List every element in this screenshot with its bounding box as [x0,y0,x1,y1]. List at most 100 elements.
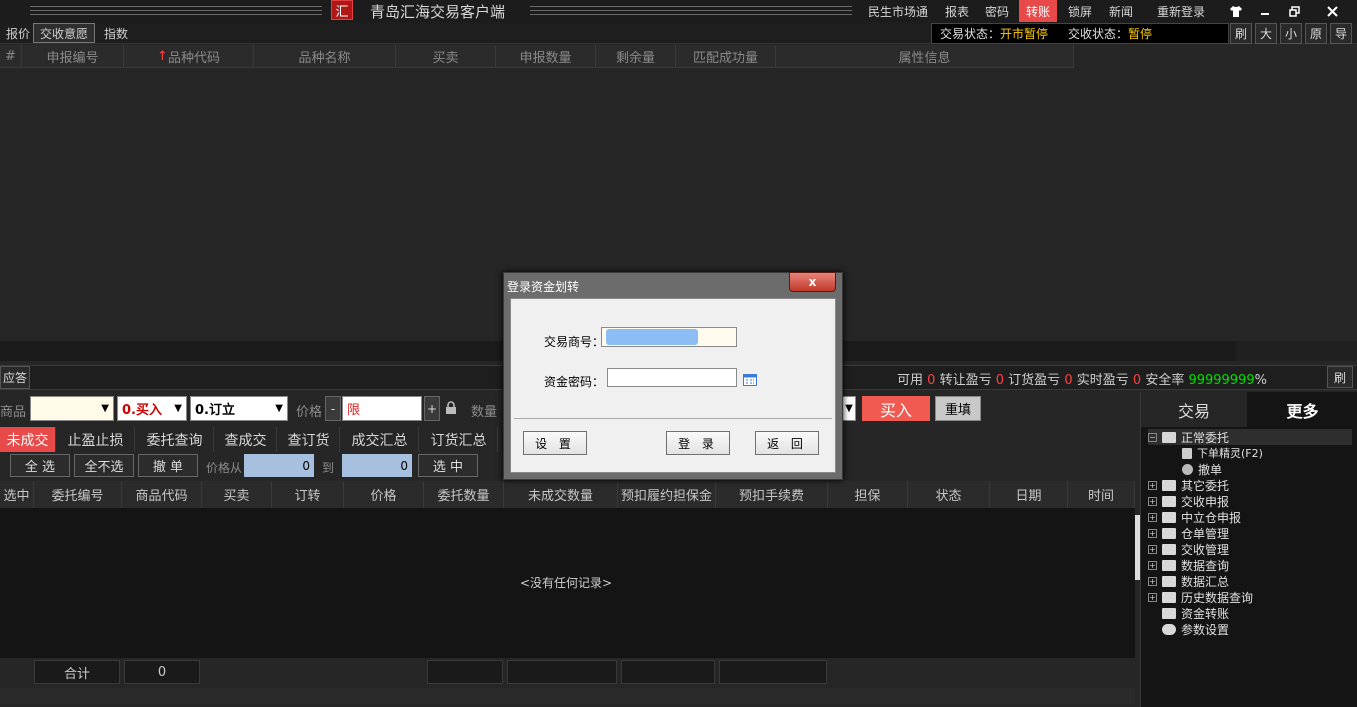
col-variety-name[interactable]: 品种名称 [254,45,396,68]
col-product-code[interactable]: 商品代码 [122,481,202,508]
refresh-button[interactable]: 刷 [1230,23,1252,44]
col-order-qty[interactable]: 委托数量 [424,481,504,508]
chevron-down-icon[interactable]: ▼ [842,396,856,421]
col-remaining[interactable]: 剩余量 [596,45,676,68]
total-label: 合计 [34,660,120,684]
trader-no-masked [606,329,698,345]
skin-icon[interactable] [1222,0,1250,22]
tab-stop-loss[interactable]: 止盈止损 [57,427,135,452]
col-buy-sell[interactable]: 买卖 [202,481,272,508]
folder-icon [1162,495,1176,507]
nav-market[interactable]: 民生市场通 [862,0,934,22]
open-close-select[interactable]: 0.订立 ▼ [190,396,288,421]
select-none-button[interactable]: 全不选 [74,454,134,477]
col-variety-code[interactable]: ↑ 品种代码 [124,45,254,68]
tree-data-summary[interactable]: + 数据汇总 [1148,573,1229,589]
tree-other-orders[interactable]: + 其它委托 [1148,477,1229,493]
nav-news[interactable]: 新闻 [1103,0,1139,22]
tab-more[interactable]: 更多 [1248,392,1357,427]
tab-position-summary[interactable]: 订货汇总 [420,427,498,452]
tree-neutral-declare[interactable]: + 中立仓申报 [1148,509,1241,525]
tree-param-settings[interactable]: 参数设置 [1162,621,1229,637]
tab-trade-summary[interactable]: 成交汇总 [341,427,419,452]
tree-delivery-declare[interactable]: + 交收申报 [1148,493,1229,509]
tab-index[interactable]: 指数 [98,23,134,43]
col-date[interactable]: 日期 [990,481,1068,508]
col-guarantee[interactable]: 担保 [828,481,908,508]
bottom-horizontal-scrollbar[interactable] [0,688,1135,704]
export-button[interactable]: 导 [1330,23,1352,44]
tab-quote[interactable]: 报价 [0,23,36,43]
keyboard-icon[interactable] [743,374,757,386]
col-price[interactable]: 价格 [344,481,424,508]
tab-trade[interactable]: 交易 [1141,392,1247,427]
side-select[interactable]: 0.买入 ▼ [117,396,187,421]
price-to-input[interactable]: 0 [342,454,412,477]
col-fee[interactable]: 预扣手续费 [716,481,828,508]
tree-normal-order[interactable]: − 正常委托 [1148,429,1352,445]
col-attributes[interactable]: 属性信息 [776,45,1074,68]
tab-response[interactable]: 应答 [0,366,30,389]
product-select[interactable]: ▼ [30,396,114,421]
col-index[interactable]: # [0,45,22,68]
delivery-status-label: 交收状态： [1068,27,1129,41]
reset-button[interactable]: 重填 [935,396,981,421]
col-open-transfer[interactable]: 订转 [272,481,344,508]
nav-transfer[interactable]: 转账 [1019,0,1057,22]
dialog-close-button[interactable]: x [789,272,836,292]
col-select[interactable]: 选中 [0,481,34,508]
col-margin[interactable]: 预扣履约担保金 [618,481,716,508]
lock-icon[interactable] [445,401,459,415]
tree-cancel[interactable]: 撤单 [1182,461,1222,477]
col-matched[interactable]: 匹配成功量 [676,45,776,68]
price-from-input[interactable]: 0 [244,454,314,477]
dialog-divider [514,418,832,419]
settings-button[interactable]: 设 置 [523,431,587,455]
tab-order-query[interactable]: 委托查询 [136,427,214,452]
col-side[interactable]: 买卖 [396,45,496,68]
nav-relogin[interactable]: 重新登录 [1150,0,1212,22]
price-minus-button[interactable]: - [325,396,341,421]
col-time[interactable]: 时间 [1068,481,1135,508]
nav-lock[interactable]: 锁屏 [1062,0,1098,22]
minimize-icon[interactable] [1251,0,1279,22]
col-unfilled-qty[interactable]: 未成交数量 [504,481,618,508]
restore-icon[interactable] [1280,0,1308,22]
tree-warehouse-receipt[interactable]: + 仓单管理 [1148,525,1229,541]
login-button[interactable]: 登 录 [666,431,730,455]
top-horizontal-scrollbar-right[interactable] [1236,341,1357,361]
available-value: 0 [927,373,936,388]
col-status[interactable]: 状态 [908,481,990,508]
refresh-account-button[interactable]: 刷 [1327,366,1353,388]
col-declare-qty[interactable]: 申报数量 [496,45,596,68]
nav-password[interactable]: 密码 [980,0,1014,22]
tab-trades[interactable]: 查成交 [215,427,277,452]
nav-report[interactable]: 报表 [940,0,974,22]
col-declare-no[interactable]: 申报编号 [22,45,124,68]
back-button[interactable]: 返 回 [755,431,819,455]
tree-fund-transfer[interactable]: 资金转账 [1162,605,1229,621]
tree-order-wizard[interactable]: 下单精灵(F2) [1182,445,1263,461]
close-icon[interactable] [1318,0,1346,22]
cancel-order-button[interactable]: 撤 单 [138,454,198,477]
tab-delivery-intent[interactable]: 交收意愿 [33,23,96,43]
font-large-button[interactable]: 大 [1255,23,1277,44]
refresh-icon [1182,463,1193,475]
fund-password-input[interactable] [607,368,737,387]
tree-data-query[interactable]: + 数据查询 [1148,557,1229,573]
total-cell [719,660,827,684]
price-input[interactable]: 限 [342,396,422,421]
buy-button[interactable]: 买入 [862,396,930,421]
product-label: 商品 [0,405,27,420]
tree-delivery-manage[interactable]: + 交收管理 [1148,541,1229,557]
col-order-no[interactable]: 委托编号 [34,481,122,508]
tab-positions[interactable]: 查订货 [278,427,340,452]
tree-history-query[interactable]: + 历史数据查询 [1148,589,1253,605]
select-range-button[interactable]: 选 中 [418,454,478,477]
trader-no-label: 交易商号： [544,335,605,349]
select-all-button[interactable]: 全 选 [10,454,70,477]
font-small-button[interactable]: 小 [1280,23,1302,44]
price-plus-button[interactable]: + [424,396,440,421]
tab-unfilled[interactable]: 未成交 [0,427,56,452]
font-original-button[interactable]: 原 [1305,23,1327,44]
